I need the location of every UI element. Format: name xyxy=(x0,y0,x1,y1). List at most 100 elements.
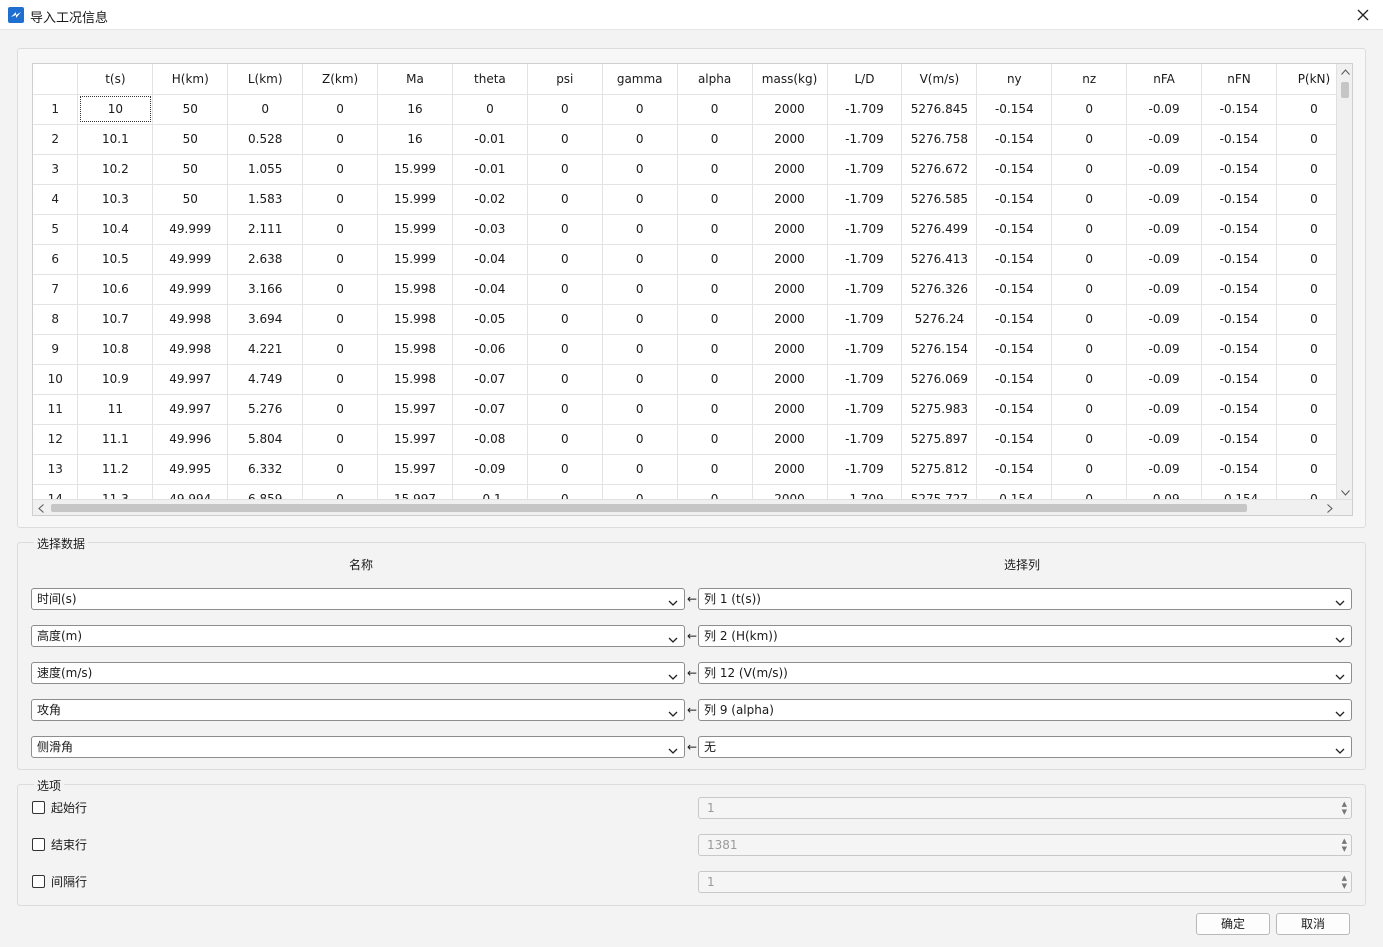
table-cell[interactable]: 49.999 xyxy=(152,214,229,245)
table-cell[interactable]: 15.999 xyxy=(377,244,453,275)
table-cell[interactable]: -0.01 xyxy=(452,124,528,155)
table-cell[interactable]: -0.07 xyxy=(452,364,528,395)
table-cell[interactable]: 0 xyxy=(302,394,379,425)
column-header-cell[interactable]: gamma xyxy=(602,64,678,95)
table-cell[interactable]: 49.997 xyxy=(152,394,229,425)
table-cell[interactable]: 2000 xyxy=(752,304,828,335)
table-cell[interactable]: 0 xyxy=(527,424,603,455)
table-cell[interactable]: 0 xyxy=(1051,454,1128,485)
table-cell[interactable]: -0.07 xyxy=(452,394,528,425)
table-cell[interactable]: 2.638 xyxy=(227,244,304,275)
row-number-cell[interactable]: 3 xyxy=(33,154,79,185)
column-header-cell[interactable]: psi xyxy=(527,64,603,95)
table-cell[interactable]: 0 xyxy=(527,184,603,215)
table-cell[interactable]: 0 xyxy=(1051,364,1128,395)
table-cell[interactable]: 0 xyxy=(677,364,753,395)
table-cell[interactable]: -0.154 xyxy=(1201,244,1277,275)
table-cell[interactable]: 0 xyxy=(602,334,678,365)
interval-row-option[interactable]: 间隔行 xyxy=(32,872,87,890)
table-cell[interactable]: -1.709 xyxy=(827,274,903,305)
table-cell[interactable]: -0.154 xyxy=(1201,394,1277,425)
column-header-cell[interactable]: nFN xyxy=(1201,64,1277,95)
row-number-cell[interactable]: 5 xyxy=(33,214,79,245)
table-cell[interactable]: -0.154 xyxy=(976,364,1053,395)
column-header-cell[interactable]: nz xyxy=(1051,64,1128,95)
table-cell[interactable]: 10.8 xyxy=(77,334,154,365)
table-cell[interactable]: 16 xyxy=(377,124,453,155)
table-cell[interactable]: -1.709 xyxy=(827,364,903,395)
spin-arrows-icon[interactable]: ▲ ▼ xyxy=(1342,800,1347,816)
table-cell[interactable]: -0.09 xyxy=(1126,244,1203,275)
table-cell[interactable]: 49.995 xyxy=(152,454,229,485)
table-cell[interactable]: -0.154 xyxy=(1201,154,1277,185)
table-cell[interactable]: -0.01 xyxy=(452,154,528,185)
table-cell[interactable]: 2000 xyxy=(752,364,828,395)
table-cell[interactable]: -0.154 xyxy=(976,274,1053,305)
table-cell[interactable]: 5276.154 xyxy=(901,334,978,365)
table-cell[interactable]: -1.709 xyxy=(827,214,903,245)
column-header-cell[interactable]: L/D xyxy=(827,64,903,95)
table-cell[interactable]: 0 xyxy=(677,184,753,215)
table-cell[interactable]: -1.709 xyxy=(827,334,903,365)
column-combobox[interactable]: 无 xyxy=(698,736,1352,758)
table-cell[interactable]: -1.709 xyxy=(827,184,903,215)
name-combobox[interactable]: 侧滑角 xyxy=(31,736,685,758)
table-cell[interactable]: -0.09 xyxy=(1126,424,1203,455)
table-cell[interactable]: 0 xyxy=(677,274,753,305)
table-cell[interactable]: 0 xyxy=(527,94,603,125)
table-cell[interactable]: 0 xyxy=(302,154,379,185)
table-cell[interactable]: 5276.672 xyxy=(901,154,978,185)
table-cell[interactable]: -1.709 xyxy=(827,94,903,125)
table-cell[interactable]: 49.998 xyxy=(152,304,229,335)
table-cell[interactable]: 0 xyxy=(1051,304,1128,335)
table-cell[interactable]: -1.709 xyxy=(827,424,903,455)
table-cell[interactable]: 0 xyxy=(602,274,678,305)
table-cell[interactable]: 2000 xyxy=(752,214,828,245)
table-cell[interactable]: 15.997 xyxy=(377,394,453,425)
column-header-cell[interactable]: V(m/s) xyxy=(901,64,978,95)
table-cell[interactable]: -0.09 xyxy=(1126,214,1203,245)
table-cell[interactable]: 15.999 xyxy=(377,184,453,215)
vertical-scroll-thumb[interactable] xyxy=(1341,82,1349,98)
table-cell[interactable]: 0 xyxy=(677,334,753,365)
table-cell[interactable]: 10.3 xyxy=(77,184,154,215)
table-cell[interactable]: 1.583 xyxy=(227,184,304,215)
table-cell[interactable]: 4.221 xyxy=(227,334,304,365)
table-cell[interactable]: 11 xyxy=(77,394,154,425)
table-cell[interactable]: -0.154 xyxy=(1201,274,1277,305)
table-cell[interactable]: 11.1 xyxy=(77,424,154,455)
table-cell[interactable]: 0 xyxy=(302,334,379,365)
table-cell[interactable]: 2000 xyxy=(752,154,828,185)
table-cell[interactable]: 49.999 xyxy=(152,244,229,275)
table-cell[interactable]: 0 xyxy=(302,274,379,305)
column-header-cell[interactable]: alpha xyxy=(677,64,753,95)
column-header-cell[interactable]: mass(kg) xyxy=(752,64,828,95)
table-cell[interactable]: -1.709 xyxy=(827,394,903,425)
column-header-cell[interactable]: L(km) xyxy=(227,64,304,95)
table-cell[interactable]: 10.5 xyxy=(77,244,154,275)
row-number-cell[interactable]: 8 xyxy=(33,304,79,335)
data-table[interactable]: t(s) H(km) L(km) Z(km) Ma theta psi gamma alpha m… xyxy=(32,63,1353,516)
table-cell[interactable]: 0 xyxy=(1051,244,1128,275)
end-row-checkbox[interactable] xyxy=(32,837,45,851)
table-cell[interactable]: 0 xyxy=(527,274,603,305)
table-cell[interactable]: -0.154 xyxy=(976,244,1053,275)
table-cell[interactable]: 5276.758 xyxy=(901,124,978,155)
table-cell[interactable]: -0.154 xyxy=(1201,124,1277,155)
table-cell[interactable]: 2000 xyxy=(752,454,828,485)
table-cell[interactable]: -0.154 xyxy=(976,454,1053,485)
table-cell[interactable]: 0 xyxy=(602,304,678,335)
table-cell[interactable]: -0.154 xyxy=(976,124,1053,155)
table-cell[interactable]: 0 xyxy=(602,454,678,485)
table-cell[interactable]: -0.154 xyxy=(1201,304,1277,335)
end-row-option[interactable]: 结束行 xyxy=(32,835,87,853)
table-cell[interactable]: 3.694 xyxy=(227,304,304,335)
scroll-right-icon[interactable] xyxy=(1322,500,1338,515)
table-cell[interactable]: -0.08 xyxy=(452,424,528,455)
table-cell[interactable]: -0.154 xyxy=(1201,364,1277,395)
table-cell[interactable]: 0 xyxy=(227,94,304,125)
table-cell[interactable]: -0.09 xyxy=(1126,184,1203,215)
spin-arrows-icon[interactable]: ▲ ▼ xyxy=(1342,837,1347,853)
table-cell[interactable]: 10.7 xyxy=(77,304,154,335)
name-combobox[interactable]: 时间(s) xyxy=(31,588,685,610)
